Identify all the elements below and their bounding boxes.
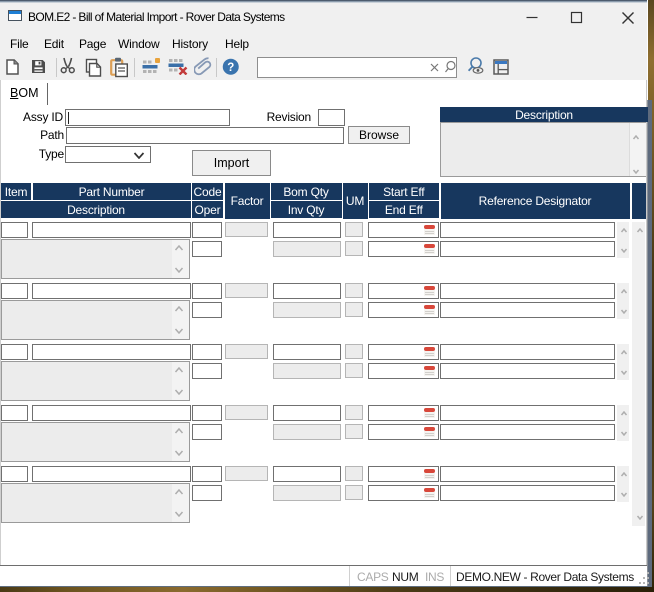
svg-text:?: ? [227,62,234,74]
